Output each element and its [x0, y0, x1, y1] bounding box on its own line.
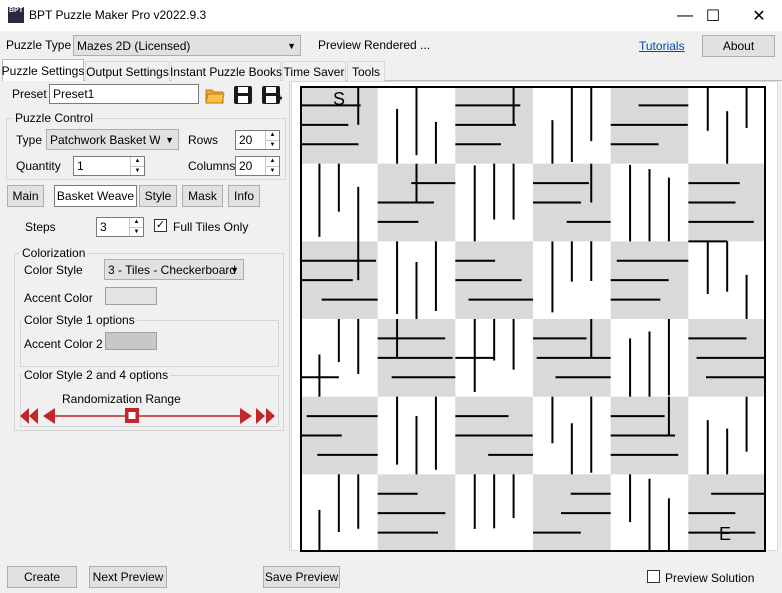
quantity-value: 1 — [77, 159, 84, 173]
folder-icon — [205, 89, 225, 104]
full-tiles-checkbox[interactable]: ✓ — [154, 219, 167, 232]
save-preview-button[interactable]: Save Preview — [263, 566, 340, 588]
spin-down-icon[interactable]: ▼ — [130, 226, 143, 237]
next-preview-button[interactable]: Next Preview — [89, 566, 167, 588]
columns-value: 20 — [239, 159, 253, 173]
spin-up-icon[interactable]: ▲ — [130, 218, 143, 227]
app-icon: BPT — [8, 7, 24, 23]
spin-up-icon[interactable]: ▲ — [266, 157, 279, 166]
accent-color-2-swatch[interactable] — [105, 332, 157, 350]
accent-color-swatch[interactable] — [105, 287, 157, 305]
maze-start-label: S — [333, 89, 346, 109]
tab-tools[interactable]: Tools — [347, 61, 385, 81]
close-button[interactable]: ✕ — [736, 0, 782, 31]
maximize-button[interactable]: ☐ — [690, 0, 736, 31]
puzzle-type-select[interactable]: Mazes 2D (Licensed) ▼ — [73, 35, 301, 56]
color-style-select[interactable]: 3 - Tiles - Checkerboard ▼ — [104, 259, 244, 280]
type-value: Patchwork Basket Weave — [50, 132, 160, 147]
tab-output-settings[interactable]: Output Settings — [85, 61, 170, 81]
steps-label: Steps — [25, 220, 56, 234]
save-icon — [234, 86, 252, 104]
color-style-label: Color Style — [24, 263, 83, 277]
double-right-arrow-icon[interactable] — [256, 408, 275, 424]
slider-thumb[interactable] — [125, 408, 139, 423]
app-icon-text: BPT — [9, 7, 23, 14]
rows-label: Rows — [188, 133, 219, 147]
save-preset-button[interactable] — [232, 84, 254, 106]
open-folder-button[interactable] — [204, 84, 226, 106]
quantity-label: Quantity — [16, 159, 61, 173]
close-icon: ✕ — [752, 7, 766, 25]
chevron-down-icon: ▼ — [230, 264, 239, 275]
subtab-basket-weave[interactable]: Basket Weave — [54, 185, 137, 207]
left-arrow-icon[interactable] — [43, 408, 55, 424]
subtab-info[interactable]: Info — [228, 185, 260, 207]
maze-preview — [300, 86, 766, 552]
right-arrow-icon[interactable] — [240, 408, 252, 424]
puzzle-control-title: Puzzle Control — [13, 111, 96, 125]
subtab-style[interactable]: Style — [139, 185, 177, 207]
color-style-value: 3 - Tiles - Checkerboard — [108, 262, 237, 277]
spin-down-icon[interactable]: ▼ — [131, 165, 144, 176]
full-tiles-label: Full Tiles Only — [173, 220, 249, 234]
type-label: Type — [16, 133, 43, 147]
accent-color-label: Accent Color — [24, 291, 93, 305]
preset-input[interactable]: Preset1 — [49, 84, 199, 104]
steps-value: 3 — [100, 220, 107, 234]
spin-down-icon[interactable]: ▼ — [266, 165, 279, 176]
create-button[interactable]: Create — [7, 566, 77, 588]
accent-color-2-label: Accent Color 2 — [24, 337, 103, 351]
maze-end-label: E — [719, 524, 732, 544]
subtab-mask[interactable]: Mask — [182, 185, 223, 207]
randomization-slider[interactable] — [18, 404, 280, 428]
puzzle-type-label: Puzzle Type — [6, 38, 72, 52]
colorization-title: Colorization — [20, 246, 88, 260]
color-style-1-title: Color Style 1 options — [22, 313, 137, 327]
status-text: Preview Rendered ... — [318, 38, 431, 52]
maximize-icon: ☐ — [705, 7, 721, 25]
spin-up-icon[interactable]: ▲ — [131, 157, 144, 166]
about-button[interactable]: About — [702, 35, 775, 57]
puzzle-type-value: Mazes 2D (Licensed) — [77, 38, 191, 53]
title-bar: BPT BPT Puzzle Maker Pro v2022.9.3 — ☐ ✕ — [0, 0, 782, 31]
type-select[interactable]: Patchwork Basket Weave ▼ — [46, 129, 179, 150]
rows-stepper[interactable]: 20 ▲ ▼ — [235, 130, 280, 150]
window-title: BPT Puzzle Maker Pro v2022.9.3 — [29, 8, 207, 22]
tab-instant-puzzle-books[interactable]: Instant Puzzle Books — [170, 61, 282, 81]
rows-value: 20 — [239, 133, 253, 147]
color-style-2-4-title: Color Style 2 and 4 options — [22, 368, 171, 382]
chevron-down-icon: ▼ — [165, 134, 174, 145]
save-as-icon — [262, 86, 282, 104]
save-as-preset-button[interactable] — [260, 84, 284, 106]
steps-stepper[interactable]: 3 ▲ ▼ — [96, 217, 144, 237]
quantity-stepper[interactable]: 1 ▲ ▼ — [73, 156, 145, 176]
preview-solution-label: Preview Solution — [665, 571, 755, 585]
double-left-arrow-icon[interactable] — [20, 408, 38, 424]
checkmark-icon: ✓ — [155, 219, 166, 231]
preview-solution-checkbox[interactable] — [647, 570, 660, 583]
preset-label: Preset — [12, 87, 47, 101]
tab-puzzle-settings[interactable]: Puzzle Settings — [2, 59, 84, 81]
spin-down-icon[interactable]: ▼ — [266, 139, 279, 150]
subtab-main[interactable]: Main — [7, 185, 44, 207]
columns-stepper[interactable]: 20 ▲ ▼ — [235, 156, 280, 176]
columns-label: Columns — [188, 159, 236, 173]
tutorials-link[interactable]: Tutorials — [639, 39, 685, 53]
spin-up-icon[interactable]: ▲ — [266, 131, 279, 140]
chevron-down-icon: ▼ — [287, 40, 296, 51]
tab-time-saver[interactable]: Time Saver — [282, 61, 346, 81]
